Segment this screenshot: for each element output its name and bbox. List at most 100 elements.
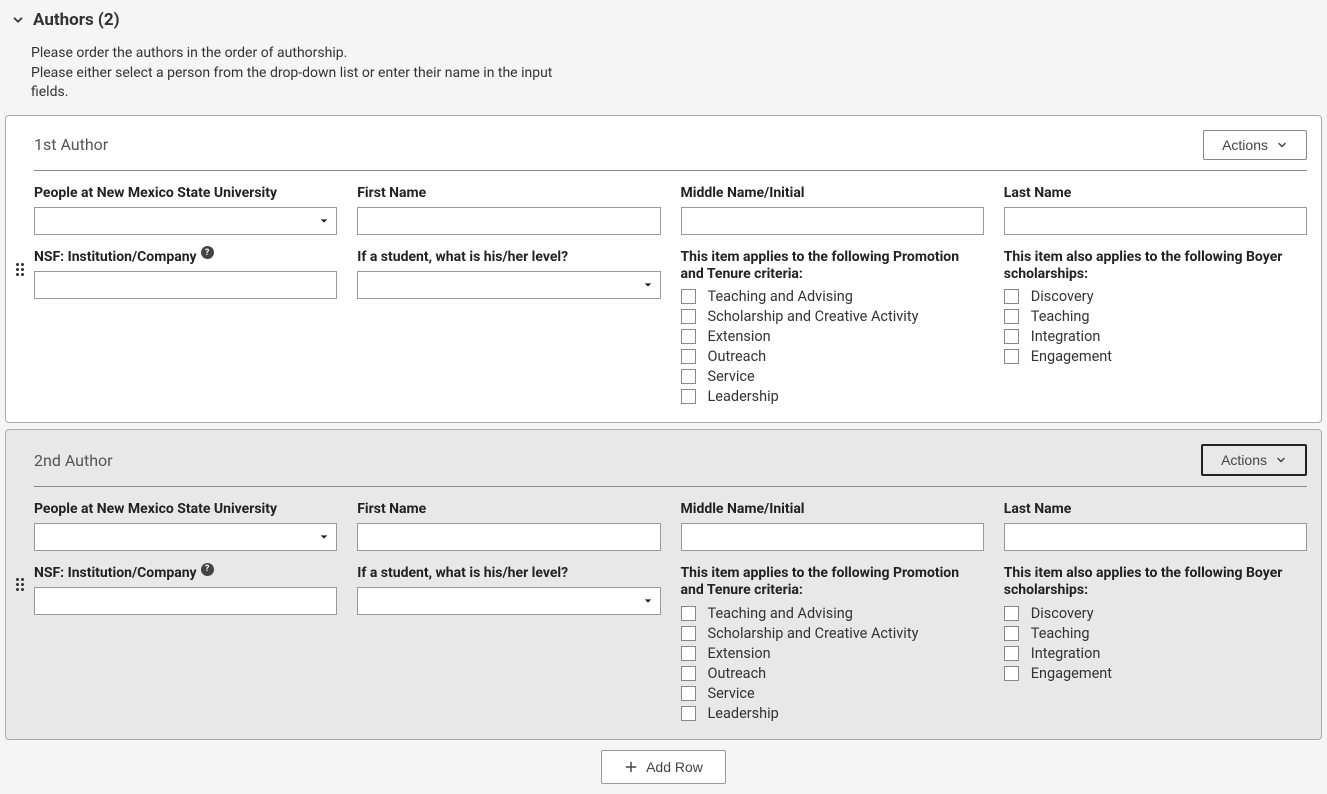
checkbox-label: Leadership	[708, 705, 779, 722]
checkbox-boyer-discovery[interactable]	[1004, 289, 1019, 304]
last-name-input[interactable]	[1004, 523, 1307, 551]
field-middle-name: Middle Name/Initial	[681, 185, 984, 235]
checkbox-boyer-engagement[interactable]	[1004, 666, 1019, 681]
instruction-line: Please order the authors in the order of…	[31, 44, 571, 64]
checkbox-pt-extension[interactable]	[681, 646, 696, 661]
label-first-name: First Name	[357, 501, 660, 517]
checkbox-boyer-engagement[interactable]	[1004, 349, 1019, 364]
checkbox-pt-extension[interactable]	[681, 329, 696, 344]
checkbox-label: Scholarship and Creative Activity	[708, 625, 919, 642]
actions-label: Actions	[1222, 137, 1268, 153]
plus-icon	[624, 760, 638, 774]
label-pt-criteria: This item applies to the following Promo…	[681, 565, 984, 599]
label-last-name: Last Name	[1004, 501, 1307, 517]
checkbox-label: Teaching and Advising	[708, 288, 853, 305]
checkbox-label: Discovery	[1031, 288, 1094, 305]
field-student-level: If a student, what is his/her level?	[357, 565, 660, 725]
field-pt-criteria: This item applies to the following Promo…	[681, 565, 984, 725]
field-middle-name: Middle Name/Initial	[681, 501, 984, 551]
author-title: 2nd Author	[34, 451, 113, 470]
chevron-down-icon	[11, 13, 25, 27]
label-people: People at New Mexico State University	[34, 185, 337, 201]
checkbox-pt-service[interactable]	[681, 686, 696, 701]
checkbox-pt-leadership[interactable]	[681, 389, 696, 404]
author-title: 1st Author	[34, 135, 108, 154]
actions-button[interactable]: Actions	[1201, 444, 1307, 476]
nsf-input[interactable]	[34, 271, 337, 299]
checkbox-label: Scholarship and Creative Activity	[708, 308, 919, 325]
checkbox-label: Integration	[1031, 328, 1101, 345]
people-select[interactable]	[34, 207, 337, 235]
label-middle-name: Middle Name/Initial	[681, 185, 984, 201]
checkbox-boyer-discovery[interactable]	[1004, 606, 1019, 621]
help-icon[interactable]: ?	[201, 246, 214, 259]
checkbox-pt-leadership[interactable]	[681, 706, 696, 721]
actions-button[interactable]: Actions	[1203, 130, 1307, 160]
chevron-down-icon	[1276, 139, 1288, 151]
label-boyer: This item also applies to the following …	[1004, 249, 1307, 283]
checkbox-label: Leadership	[708, 388, 779, 405]
label-first-name: First Name	[357, 185, 660, 201]
student-level-select[interactable]	[357, 587, 660, 615]
checkbox-label: Outreach	[708, 348, 767, 365]
field-nsf: NSF: Institution/Company ?	[34, 565, 337, 725]
checkbox-label: Service	[708, 685, 755, 702]
field-student-level: If a student, what is his/her level?	[357, 249, 660, 409]
student-level-select[interactable]	[357, 271, 660, 299]
checkbox-label: Engagement	[1031, 665, 1112, 682]
checkbox-pt-outreach[interactable]	[681, 349, 696, 364]
field-nsf: NSF: Institution/Company ?	[34, 249, 337, 409]
checkbox-boyer-teaching[interactable]	[1004, 626, 1019, 641]
first-name-input[interactable]	[357, 523, 660, 551]
label-last-name: Last Name	[1004, 185, 1307, 201]
add-row-button[interactable]: Add Row	[601, 750, 726, 784]
field-boyer: This item also applies to the following …	[1004, 565, 1307, 725]
drag-handle-icon[interactable]	[6, 430, 34, 739]
checkbox-label: Service	[708, 368, 755, 385]
first-name-input[interactable]	[357, 207, 660, 235]
checkbox-label: Outreach	[708, 665, 767, 682]
drag-handle-icon[interactable]	[6, 116, 34, 423]
field-boyer: This item also applies to the following …	[1004, 249, 1307, 409]
field-people: People at New Mexico State University	[34, 501, 337, 551]
checkbox-label: Teaching	[1031, 308, 1090, 325]
checkbox-label: Engagement	[1031, 348, 1112, 365]
label-student-level: If a student, what is his/her level?	[357, 249, 660, 265]
add-row-label: Add Row	[646, 759, 703, 775]
chevron-down-icon	[1275, 454, 1287, 466]
field-pt-criteria: This item applies to the following Promo…	[681, 249, 984, 409]
author-panel-2: 2nd Author Actions People at New Mexico …	[5, 429, 1322, 740]
label-middle-name: Middle Name/Initial	[681, 501, 984, 517]
author-panel-1: 1st Author Actions People at New Mexico …	[5, 115, 1322, 424]
label-nsf: NSF: Institution/Company	[34, 565, 197, 581]
field-last-name: Last Name	[1004, 185, 1307, 235]
checkbox-label: Extension	[708, 645, 771, 662]
field-people: People at New Mexico State University	[34, 185, 337, 235]
checkbox-pt-teaching[interactable]	[681, 289, 696, 304]
checkbox-pt-outreach[interactable]	[681, 666, 696, 681]
last-name-input[interactable]	[1004, 207, 1307, 235]
middle-name-input[interactable]	[681, 523, 984, 551]
checkbox-pt-teaching[interactable]	[681, 606, 696, 621]
middle-name-input[interactable]	[681, 207, 984, 235]
label-boyer: This item also applies to the following …	[1004, 565, 1307, 599]
section-instructions: Please order the authors in the order of…	[31, 44, 571, 103]
label-pt-criteria: This item applies to the following Promo…	[681, 249, 984, 283]
actions-label: Actions	[1221, 452, 1267, 468]
checkbox-boyer-teaching[interactable]	[1004, 309, 1019, 324]
people-select[interactable]	[34, 523, 337, 551]
checkbox-pt-service[interactable]	[681, 369, 696, 384]
checkbox-boyer-integration[interactable]	[1004, 329, 1019, 344]
checkbox-label: Integration	[1031, 645, 1101, 662]
help-icon[interactable]: ?	[201, 563, 214, 576]
field-first-name: First Name	[357, 501, 660, 551]
checkbox-pt-scholarship[interactable]	[681, 309, 696, 324]
nsf-input[interactable]	[34, 587, 337, 615]
checkbox-label: Discovery	[1031, 605, 1094, 622]
label-student-level: If a student, what is his/her level?	[357, 565, 660, 581]
section-header[interactable]: Authors (2)	[11, 10, 1322, 30]
checkbox-boyer-integration[interactable]	[1004, 646, 1019, 661]
checkbox-pt-scholarship[interactable]	[681, 626, 696, 641]
field-first-name: First Name	[357, 185, 660, 235]
checkbox-label: Teaching	[1031, 625, 1090, 642]
